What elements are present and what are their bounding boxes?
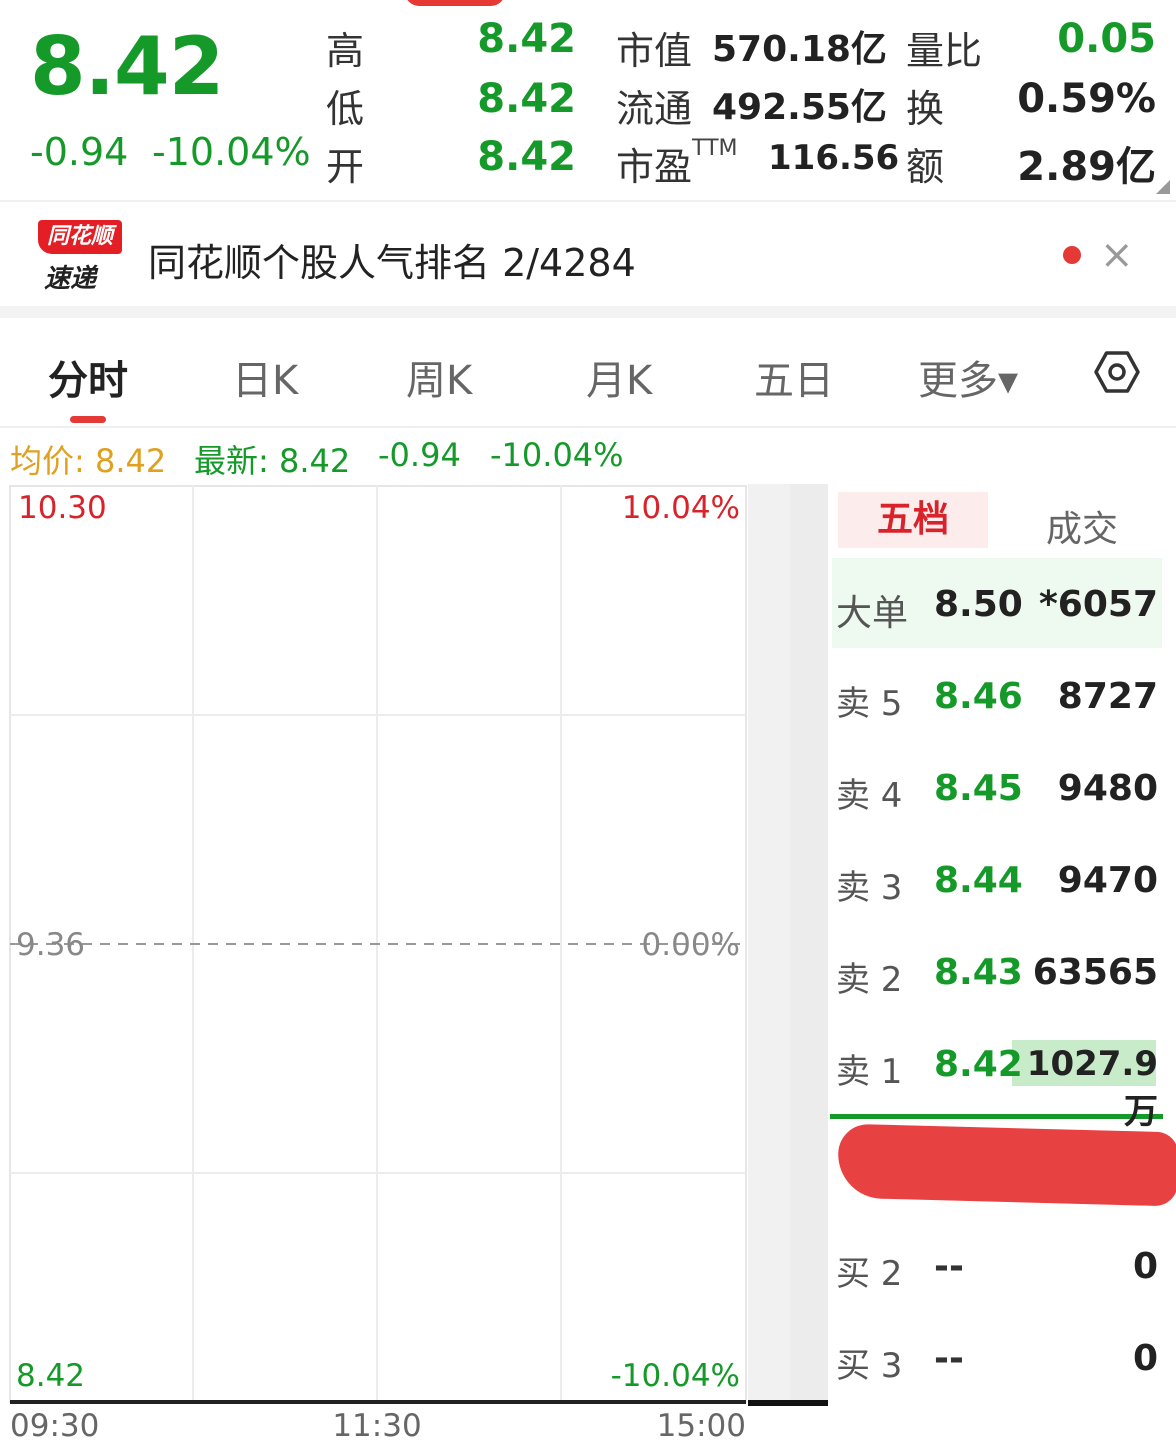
chart-side-gutter-inner — [790, 484, 828, 1404]
volume-ratio-value: 0.05 — [1057, 16, 1156, 62]
top-indicator — [405, 0, 505, 6]
bid2-volume: 0 — [1132, 1246, 1158, 1287]
turnover-value: 0.59% — [1017, 76, 1156, 122]
tab-weekly-k[interactable]: 周K — [406, 348, 472, 406]
ask2-label: 卖 2 — [836, 960, 903, 1000]
bid2-label: 买 2 — [836, 1254, 903, 1294]
open-label: 开 — [326, 145, 365, 189]
bid3-price: -- — [934, 1338, 964, 1379]
y-right-tick-mid: 0.00% — [642, 927, 740, 963]
active-tab-indicator — [70, 416, 106, 423]
banner-text[interactable]: 同花顺个股人气排名 2/4284 — [148, 232, 636, 287]
close-icon[interactable]: × — [1100, 232, 1134, 278]
tab-intraday[interactable]: 分时 — [48, 348, 128, 406]
turnover-label: 换 — [906, 87, 945, 131]
ask3-label: 卖 3 — [836, 868, 903, 908]
pe-label: 市盈TTM — [616, 136, 738, 189]
tab-more[interactable]: 更多▾ — [918, 348, 1018, 406]
news-banner[interactable]: 同花顺 速递 同花顺个股人气排名 2/4284 — [0, 200, 1176, 308]
ths-logo: 同花顺 速递 — [38, 220, 122, 294]
mcap-value: 570.18亿 — [712, 29, 887, 70]
tab-daily-k[interactable]: 日K — [232, 348, 298, 406]
float-label: 流通 — [616, 87, 693, 131]
tab-trades[interactable]: 成交 — [1046, 500, 1118, 552]
ask2-volume: 63565 — [1032, 952, 1158, 993]
current-price: 8.42 — [30, 20, 224, 113]
quote-header: 8.42 -0.94 -10.04% 高 低 开 8.42 8.42 8.42 … — [0, 0, 1176, 200]
pe-ttm-sup: TTM — [692, 136, 738, 161]
bid2-price: -- — [934, 1246, 964, 1287]
ask5-volume: 8727 — [1057, 676, 1158, 717]
y-right-tick-bottom: -10.04% — [611, 1358, 740, 1394]
float-value: 492.55亿 — [712, 87, 887, 128]
amount-label: 额 — [906, 145, 945, 189]
volume-ratio-label: 量比 — [906, 29, 983, 73]
settings-hexagon-icon[interactable] — [1092, 347, 1142, 397]
logo-bottom-text: 速递 — [44, 264, 97, 294]
ask1-label: 卖 1 — [836, 1052, 903, 1092]
bid3-label: 买 3 — [836, 1346, 903, 1386]
logo-top-text: 同花顺 — [38, 220, 122, 254]
section-separator — [0, 306, 1176, 318]
y-left-tick-bottom: 8.42 — [16, 1358, 85, 1394]
red-scribble-mark — [837, 1123, 1176, 1207]
y-right-tick-top: 10.04% — [622, 490, 740, 526]
x-tick-close: 15:00 — [657, 1408, 746, 1440]
y-left-tick-top: 10.30 — [18, 490, 107, 526]
high-label: 高 — [326, 29, 365, 73]
big-order-label: 大单 — [836, 593, 909, 634]
chart-grid — [9, 485, 747, 1404]
x-tick-noon: 11:30 — [332, 1408, 421, 1440]
ask5-label: 卖 5 — [836, 684, 903, 724]
amount-value: 2.89亿 — [1017, 144, 1156, 190]
low-value: 8.42 — [477, 76, 576, 122]
price-change-pct: -10.04% — [152, 130, 311, 174]
x-tick-open: 09:30 — [10, 1408, 99, 1440]
avg-price-label: 均价: 8.42 — [10, 442, 167, 480]
ask3-volume: 9470 — [1057, 860, 1158, 901]
info-change-pct: -10.04% — [490, 436, 624, 474]
high-value: 8.42 — [477, 16, 576, 62]
ask4-volume: 9480 — [1057, 768, 1158, 809]
y-left-tick-mid: 9.36 — [16, 927, 85, 963]
pe-value: 116.56 — [768, 138, 900, 178]
volume-divider-stub — [748, 1400, 828, 1406]
info-change: -0.94 — [378, 436, 461, 474]
open-value: 8.42 — [477, 134, 576, 180]
tab-monthly-k[interactable]: 月K — [586, 348, 652, 406]
low-label: 低 — [326, 87, 365, 131]
big-order-volume: *6057 — [1038, 584, 1158, 625]
ask4-label: 卖 4 — [836, 776, 903, 816]
mcap-label: 市值 — [616, 29, 693, 73]
bid3-volume: 0 — [1132, 1338, 1158, 1379]
tab-bar-border — [0, 426, 1176, 428]
price-change: -0.94 — [30, 130, 129, 174]
ask1-volume: 1027.9万 — [1026, 1044, 1158, 1132]
latest-price-label: 最新: 8.42 — [194, 442, 351, 480]
unread-dot-icon — [1063, 246, 1081, 264]
expand-corner-icon[interactable] — [1156, 180, 1170, 194]
intraday-chart[interactable]: 10.30 9.36 8.42 10.04% 0.00% -10.04% 09:30 11:3… — [0, 484, 760, 1440]
tab-five-levels[interactable]: 五档 — [838, 492, 988, 548]
tab-five-day[interactable]: 五日 — [754, 348, 834, 406]
